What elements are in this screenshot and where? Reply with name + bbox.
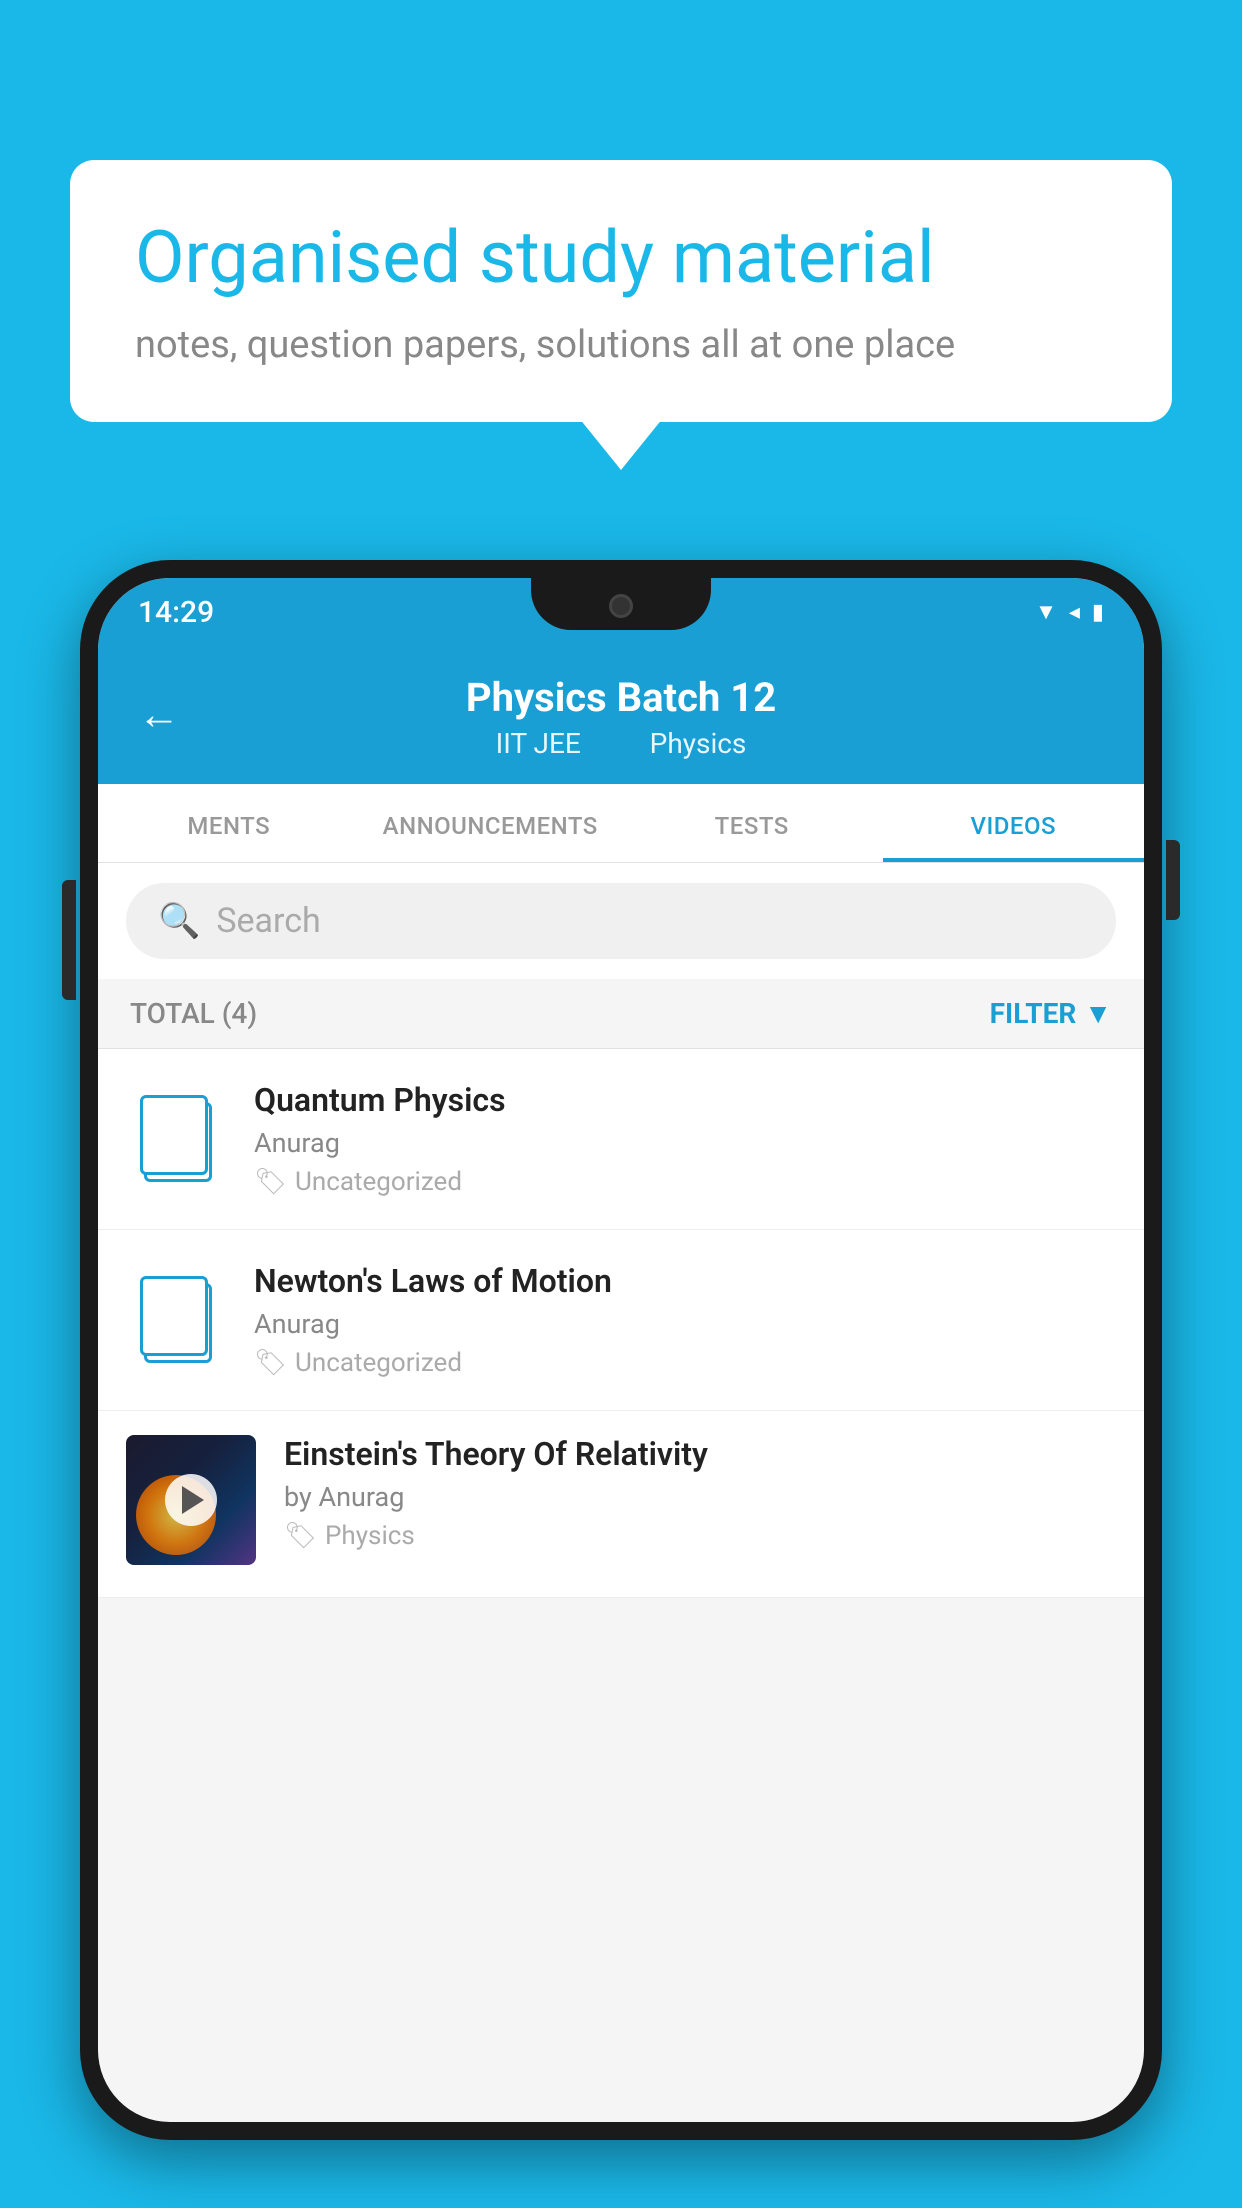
phone-screen: 14:29 ▼ ◂ ▮ ← Physics Batch 12 IIT JEE P… xyxy=(98,578,1144,2122)
speech-bubble-container: Organised study material notes, question… xyxy=(70,160,1172,422)
wifi-icon: ▼ xyxy=(1035,599,1057,625)
item-title: Quantum Physics xyxy=(254,1081,1116,1119)
video-list: Quantum Physics Anurag 🏷 Uncategorized xyxy=(98,1049,1144,1598)
item-tag: 🏷 Uncategorized xyxy=(254,1167,1116,1197)
tag-icon: 🏷 xyxy=(254,1167,287,1197)
speech-bubble-subtitle: notes, question papers, solutions all at… xyxy=(135,323,1107,367)
item-tag: 🏷 Physics xyxy=(284,1521,1116,1551)
phone-container: 14:29 ▼ ◂ ▮ ← Physics Batch 12 IIT JEE P… xyxy=(80,560,1162,2208)
search-placeholder: Search xyxy=(216,901,320,941)
item-author: Anurag xyxy=(254,1127,1116,1159)
notch xyxy=(531,578,711,630)
header-subtitle-iitjee: IIT JEE xyxy=(496,727,581,760)
header-subtitle: IIT JEE Physics xyxy=(484,727,759,760)
item-title: Einstein's Theory Of Relativity xyxy=(284,1435,1116,1473)
file-icon-container xyxy=(126,1089,226,1189)
app-header: ← Physics Batch 12 IIT JEE Physics xyxy=(98,646,1144,784)
tab-videos[interactable]: VIDEOS xyxy=(883,784,1145,862)
play-triangle-icon xyxy=(182,1486,204,1514)
list-item[interactable]: Einstein's Theory Of Relativity by Anura… xyxy=(98,1411,1144,1598)
thumbnail-background xyxy=(126,1435,256,1565)
search-container: 🔍 Search xyxy=(98,863,1144,979)
status-bar: 14:29 ▼ ◂ ▮ xyxy=(98,578,1144,646)
tag-label: Uncategorized xyxy=(295,1348,462,1378)
header-subtitle-separator xyxy=(612,727,626,760)
tab-ments[interactable]: MENTS xyxy=(98,784,360,862)
search-icon: 🔍 xyxy=(158,901,200,941)
status-icons: ▼ ◂ ▮ xyxy=(1035,599,1104,625)
item-title: Newton's Laws of Motion xyxy=(254,1262,1116,1300)
filter-label: FILTER xyxy=(990,997,1077,1030)
search-bar[interactable]: 🔍 Search xyxy=(126,883,1116,959)
tag-label: Uncategorized xyxy=(295,1167,462,1197)
tag-icon: 🏷 xyxy=(284,1521,317,1551)
filter-icon: ▼ xyxy=(1084,997,1112,1030)
header-subtitle-physics: Physics xyxy=(650,727,747,760)
item-author: Anurag xyxy=(254,1308,1116,1340)
filter-row: TOTAL (4) FILTER ▼ xyxy=(98,979,1144,1049)
speech-bubble-title: Organised study material xyxy=(135,215,1107,301)
file-icon-front xyxy=(140,1095,208,1175)
video-item-info: Newton's Laws of Motion Anurag 🏷 Uncateg… xyxy=(254,1262,1116,1378)
tag-icon: 🏷 xyxy=(254,1348,287,1378)
file-icon xyxy=(140,1096,212,1182)
file-icon-front xyxy=(140,1276,208,1356)
video-item-info: Quantum Physics Anurag 🏷 Uncategorized xyxy=(254,1081,1116,1197)
play-button[interactable] xyxy=(165,1474,217,1526)
video-thumbnail xyxy=(126,1435,256,1565)
tab-bar: MENTS ANNOUNCEMENTS TESTS VIDEOS xyxy=(98,784,1144,863)
file-icon-container xyxy=(126,1270,226,1370)
list-item[interactable]: Quantum Physics Anurag 🏷 Uncategorized xyxy=(98,1049,1144,1230)
phone-outer: 14:29 ▼ ◂ ▮ ← Physics Batch 12 IIT JEE P… xyxy=(80,560,1162,2140)
signal-icon: ◂ xyxy=(1069,600,1080,625)
camera-icon xyxy=(609,594,633,618)
list-item[interactable]: Newton's Laws of Motion Anurag 🏷 Uncateg… xyxy=(98,1230,1144,1411)
speech-bubble: Organised study material notes, question… xyxy=(70,160,1172,422)
video-item-info: Einstein's Theory Of Relativity by Anura… xyxy=(284,1435,1116,1551)
filter-button[interactable]: FILTER ▼ xyxy=(990,997,1112,1030)
tab-tests[interactable]: TESTS xyxy=(621,784,883,862)
battery-icon: ▮ xyxy=(1092,600,1104,625)
header-title: Physics Batch 12 xyxy=(466,674,776,721)
item-author: by Anurag xyxy=(284,1481,1116,1513)
tab-announcements[interactable]: ANNOUNCEMENTS xyxy=(360,784,622,862)
item-tag: 🏷 Uncategorized xyxy=(254,1348,1116,1378)
tag-label: Physics xyxy=(325,1521,415,1551)
file-icon xyxy=(140,1277,212,1363)
back-button[interactable]: ← xyxy=(138,691,180,740)
status-time: 14:29 xyxy=(138,595,214,630)
total-count: TOTAL (4) xyxy=(130,997,257,1030)
